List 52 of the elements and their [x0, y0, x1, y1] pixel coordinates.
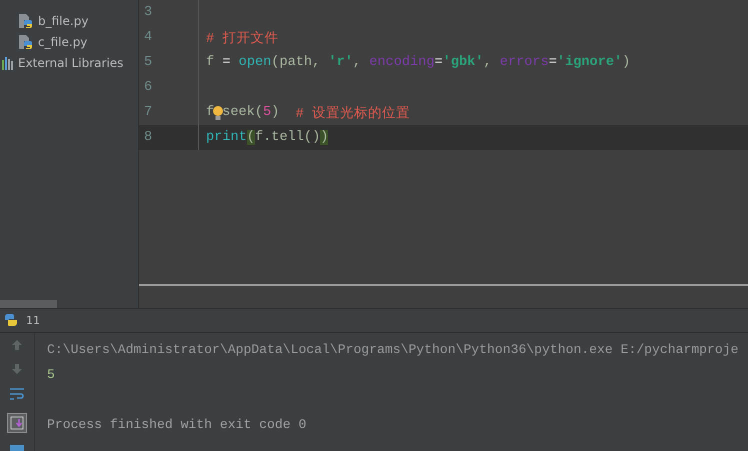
line-number: 5 — [144, 55, 152, 70]
file-name: External Libraries — [18, 56, 124, 70]
code-editor[interactable]: 3 4 # 打开文件 5 f = open(path, 'r', encoding='gbk', errors='ignore') 6 7 f seek(5) # 设置光标的位置 8 print(f.tell()) — [139, 0, 748, 308]
console-line: Process finished with exit code 0 — [47, 416, 308, 434]
scroll-to-end-icon[interactable] — [7, 413, 27, 433]
code-token: f.tell() — [254, 130, 320, 145]
down-arrow-icon[interactable] — [11, 363, 23, 375]
code-token: , — [352, 55, 362, 70]
code-token: 'ignore' — [556, 55, 622, 70]
code-token: (path, — [271, 55, 322, 70]
code-token: 'r' — [328, 55, 353, 70]
code-token: ) — [622, 55, 630, 70]
code-token: = — [434, 55, 443, 70]
code-token: # 设置光标的位置 — [296, 105, 410, 122]
file-name: c_file.py — [38, 34, 88, 48]
scrollbar[interactable] — [0, 300, 57, 308]
code-token: f — [206, 105, 214, 120]
library-icon — [2, 56, 14, 70]
line-number: 7 — [144, 105, 152, 120]
file-name: b_file.py — [38, 14, 88, 28]
code-token: seek( — [222, 105, 263, 120]
up-arrow-icon[interactable] — [11, 339, 23, 351]
tree-item[interactable]: External Libraries — [0, 52, 138, 73]
line-number: 4 — [144, 30, 152, 45]
line-number: 3 — [144, 5, 152, 20]
tree-item[interactable]: c_file.py — [0, 31, 138, 52]
console-line: 5 — [47, 366, 56, 384]
python-file-icon — [18, 34, 34, 50]
line-number: 8 — [144, 130, 152, 145]
code-token: 'gbk' — [442, 55, 484, 70]
python-file-icon — [18, 12, 34, 28]
run-tab-label: 11 — [26, 314, 40, 327]
code-token: = — [222, 55, 232, 70]
run-tab[interactable]: 11 — [4, 313, 40, 328]
code-token: f — [206, 55, 216, 70]
code-token: ) — [271, 105, 280, 120]
code-token: encoding — [369, 55, 434, 70]
code-token: open — [238, 55, 272, 70]
soft-wrap-icon[interactable] — [9, 387, 25, 401]
code-token: # 打开文件 — [206, 30, 278, 46]
code-token: = — [548, 55, 557, 70]
console-line: C:\Users\Administrator\AppData\Local\Programs\Python\Python36\python.exe E:/pycharmproje — [47, 341, 740, 359]
code-token: ( — [246, 130, 255, 145]
code-token: ) — [320, 130, 328, 145]
code-token: , — [483, 55, 493, 70]
python-icon — [4, 313, 18, 328]
code-token: 5 — [262, 105, 272, 120]
lightbulb-icon[interactable] — [212, 104, 224, 120]
tree-item[interactable]: b_file.py — [0, 10, 138, 31]
code-token: errors — [500, 55, 549, 70]
line-number: 6 — [144, 80, 152, 95]
code-token: print — [206, 130, 247, 145]
